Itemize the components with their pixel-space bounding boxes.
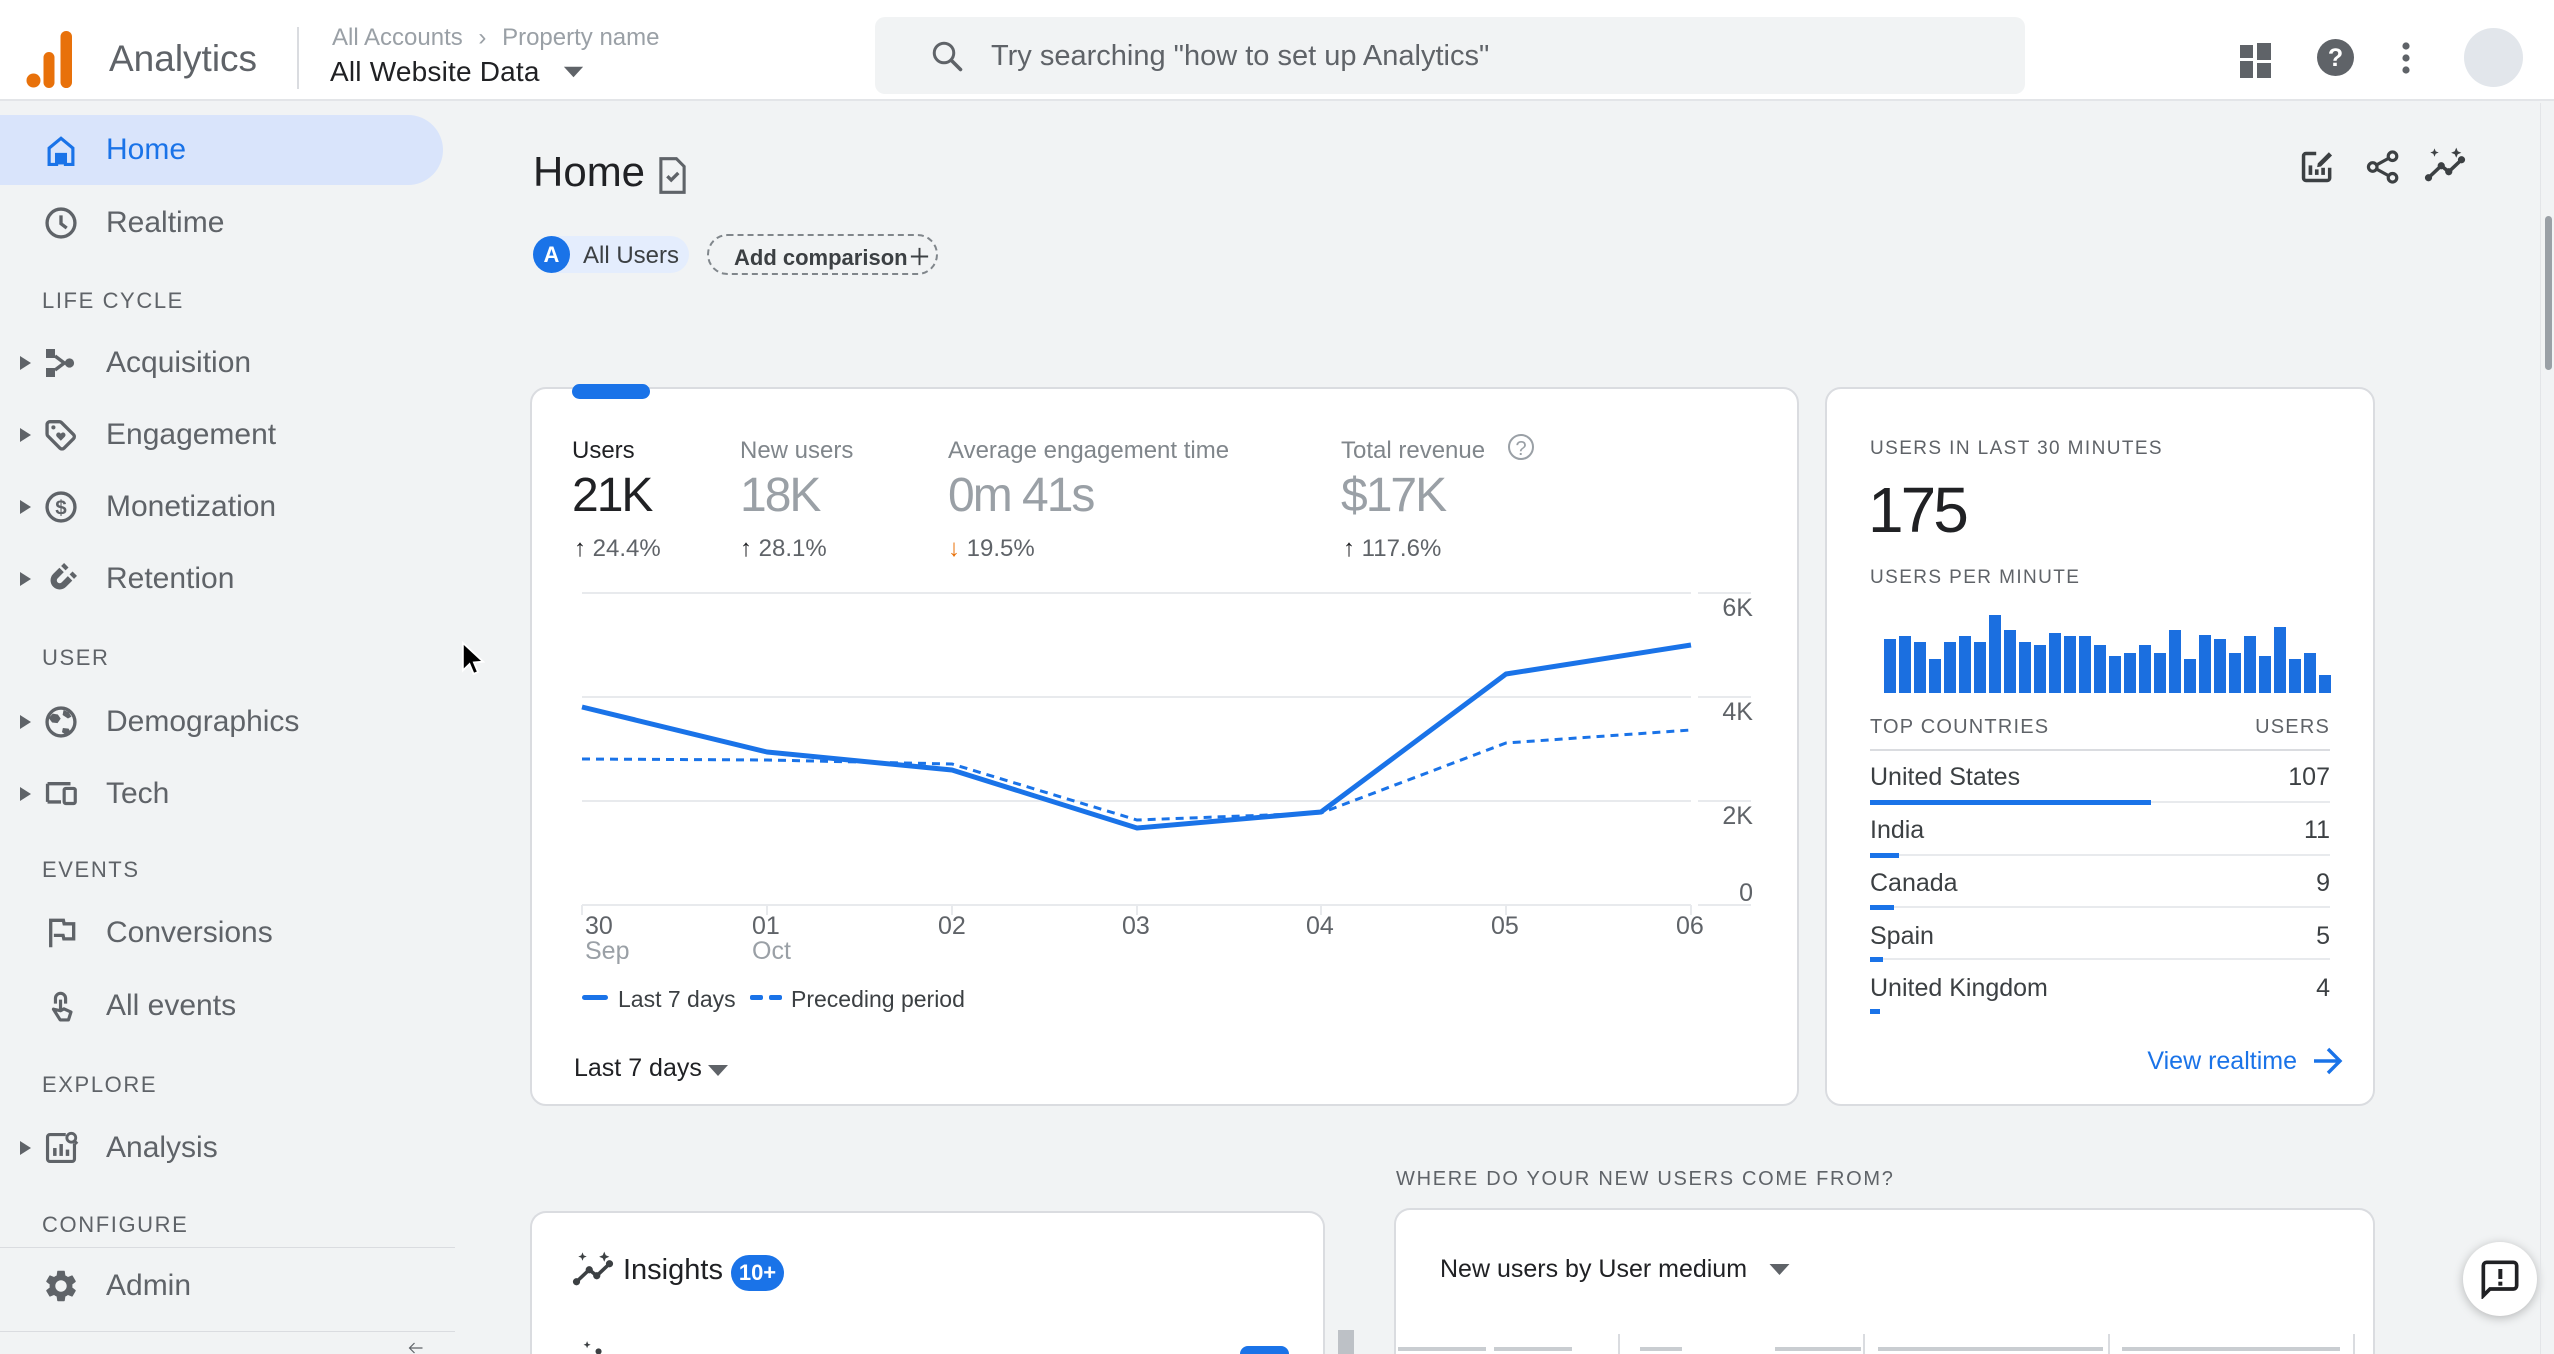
svg-text:107: 107 (2288, 763, 2330, 791)
svg-text:5: 5 (2316, 922, 2330, 950)
svg-text:6K: 6K (1722, 594, 1753, 622)
svg-text:India: India (1870, 816, 1924, 844)
svg-text:View realtime: View realtime (2147, 1047, 2297, 1075)
svg-text:2K: 2K (1722, 802, 1753, 830)
svg-text:Spain: Spain (1870, 922, 1934, 950)
svg-text:02: 02 (938, 912, 966, 940)
svg-text:$: $ (55, 496, 67, 519)
svg-text:9: 9 (2316, 869, 2330, 897)
svg-text:Preceding period: Preceding period (791, 986, 965, 1012)
svg-text:11: 11 (2304, 816, 2330, 844)
svg-text:Oct: Oct (752, 937, 791, 965)
svg-text:Last 7 days: Last 7 days (618, 986, 736, 1012)
svg-text:04: 04 (1306, 912, 1334, 940)
svg-text:03: 03 (1122, 912, 1150, 940)
svg-text:4K: 4K (1722, 698, 1753, 726)
svg-text:Sep: Sep (585, 937, 629, 965)
svg-text:Last 7 days: Last 7 days (574, 1054, 702, 1082)
svg-text:01: 01 (752, 912, 780, 940)
svg-text:United Kingdom: United Kingdom (1870, 974, 2048, 1002)
svg-text:United States: United States (1870, 763, 2020, 791)
svg-text:06: 06 (1676, 912, 1704, 940)
svg-text:30: 30 (585, 912, 613, 940)
svg-text:0: 0 (1739, 879, 1753, 907)
svg-text:Canada: Canada (1870, 869, 1958, 897)
svg-text:4: 4 (2316, 974, 2330, 1002)
svg-text:USERS: USERS (2255, 716, 2330, 738)
svg-text:TOP COUNTRIES: TOP COUNTRIES (1870, 716, 2049, 738)
svg-text:05: 05 (1491, 912, 1519, 940)
